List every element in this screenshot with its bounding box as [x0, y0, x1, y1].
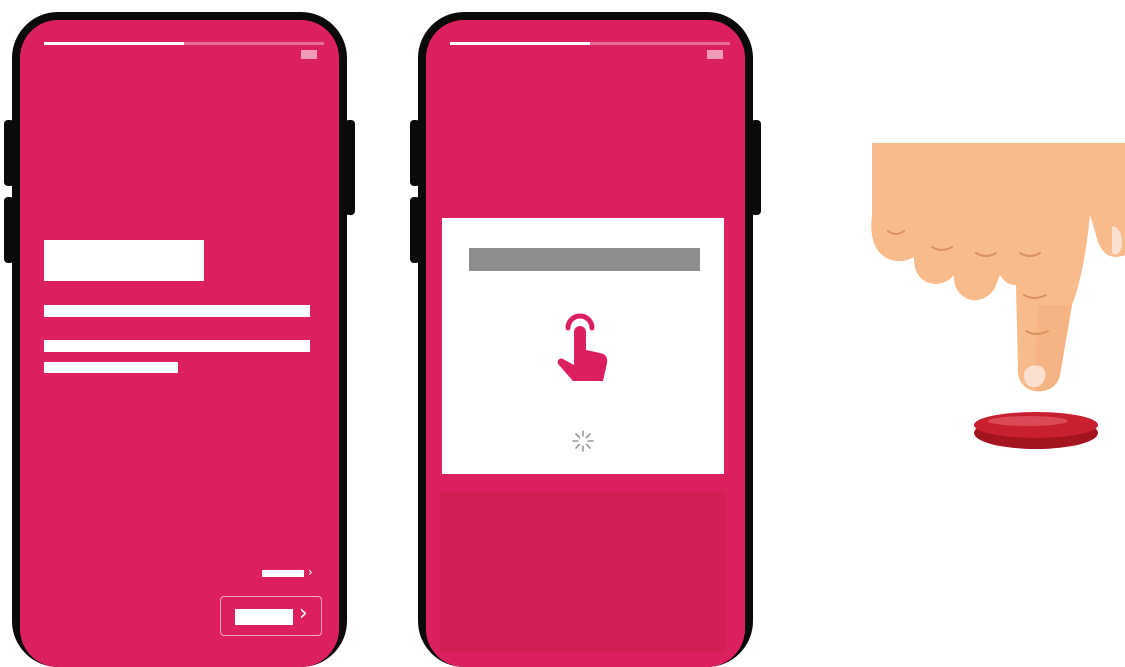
- text-line-placeholder: [44, 340, 310, 352]
- battery-icon: [707, 50, 723, 59]
- next-button-label-placeholder: [235, 609, 293, 625]
- phone-screen: [426, 20, 745, 667]
- tap-finger-icon: [557, 313, 608, 381]
- power-button: [751, 120, 761, 215]
- phone-screen: › ›: [20, 20, 339, 667]
- card-title-placeholder: [469, 248, 700, 271]
- progress-fill: [450, 42, 590, 45]
- phone-mockup-intro: › ›: [4, 12, 355, 667]
- progress-fill: [44, 42, 184, 45]
- text-line-placeholder: [44, 362, 178, 373]
- next-button[interactable]: ›: [220, 596, 322, 636]
- text-line-placeholder: [44, 305, 310, 317]
- battery-icon: [301, 50, 317, 59]
- phone-mockup-tap-prompt: [410, 12, 761, 667]
- volume-down-button: [4, 197, 14, 263]
- chevron-right-icon: ›: [308, 565, 313, 579]
- chevron-right-icon: ›: [299, 601, 308, 626]
- pointing-hand-icon: [871, 143, 1125, 449]
- lower-panel: [440, 492, 726, 652]
- tap-prompt-card[interactable]: [442, 218, 724, 474]
- volume-down-button: [410, 197, 420, 263]
- next-link[interactable]: ›: [262, 566, 320, 580]
- illustration-hand-pressing-button: [860, 135, 1125, 465]
- progress-track: [450, 42, 730, 45]
- spinner-icon: [572, 430, 594, 452]
- progress-track: [44, 42, 324, 45]
- power-button: [345, 120, 355, 215]
- volume-up-button: [410, 120, 420, 186]
- next-link-label-placeholder: [262, 570, 304, 577]
- title-placeholder: [44, 240, 204, 281]
- volume-up-button: [4, 120, 14, 186]
